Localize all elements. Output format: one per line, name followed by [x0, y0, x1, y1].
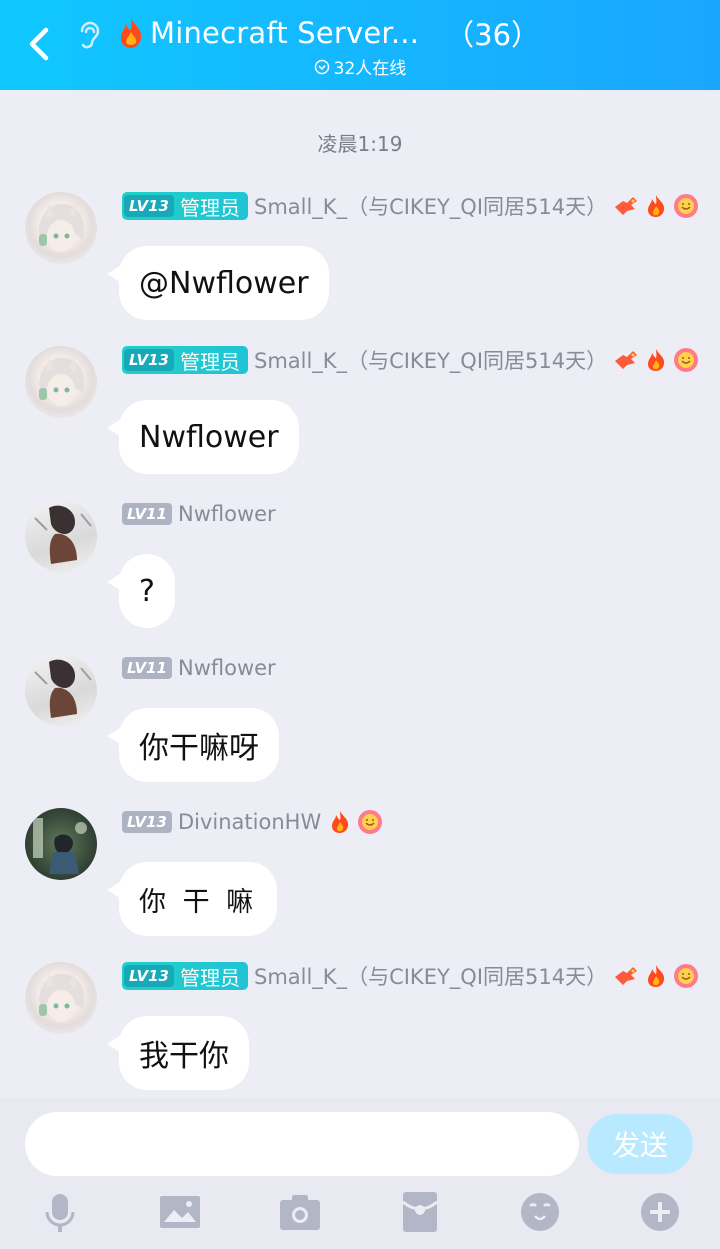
sender-name[interactable]: Nwflower: [178, 502, 276, 526]
avatar[interactable]: [25, 962, 97, 1034]
level-badge: LV13: [122, 811, 172, 833]
online-status: 32人在线: [0, 54, 720, 79]
chat-header: Minecraft Server... （36） 32人在线: [0, 0, 720, 90]
input-bar: 发送: [0, 1098, 720, 1249]
message-item: LV13 管理员 Small_K_（与CIKEY_QI同居514天） @Nwfl…: [0, 191, 720, 331]
message-item: LV13 管理员 Small_K_（与CIKEY_QI同居514天） 我干你: [0, 961, 720, 1101]
role-label: 管理员: [179, 349, 240, 374]
dragon-icon: [615, 351, 638, 369]
group-title[interactable]: Minecraft Server... （36）: [116, 10, 540, 56]
plus-icon[interactable]: [638, 1190, 682, 1234]
dark-hair-avatar-image: [34, 659, 92, 718]
ear-icon[interactable]: [74, 18, 104, 52]
message-bubble[interactable]: 我干你: [107, 1016, 249, 1090]
message-bubble[interactable]: 你 干 嘛: [106, 862, 278, 936]
message-item: LV11 Nwflower 你干嘛呀: [0, 653, 720, 793]
online-count: 32人在线: [333, 59, 407, 79]
sender-name[interactable]: Small_K_（与CIKEY_QI同居514天）: [254, 191, 607, 221]
sender-line: LV13 管理员 Small_K_（与CIKEY_QI同居514天）: [122, 191, 699, 221]
fire-icon: [648, 349, 665, 371]
camera-icon[interactable]: [278, 1190, 322, 1234]
sender-name[interactable]: DivinationHW: [178, 810, 321, 834]
anime-girl-avatar-image: [39, 972, 85, 1022]
admin-badge: LV13 管理员: [122, 192, 248, 220]
mic-icon[interactable]: [38, 1190, 82, 1234]
role-label: 管理员: [179, 965, 240, 990]
message-bubble[interactable]: 你干嘛呀: [107, 708, 279, 782]
forest-scene-avatar-image: [33, 818, 87, 874]
fire-icon: [648, 965, 665, 987]
send-button[interactable]: 发送: [587, 1114, 693, 1174]
anime-girl-avatar-image: [39, 202, 85, 252]
avatar[interactable]: [25, 808, 97, 880]
flower-smile-icon: [358, 810, 383, 834]
fire-icon: [332, 811, 349, 833]
message-bubble[interactable]: ?: [107, 554, 175, 628]
red-packet-icon[interactable]: [398, 1190, 442, 1234]
dark-hair-avatar-image: [34, 505, 92, 564]
sender-line: LV13 管理员 Small_K_（与CIKEY_QI同居514天）: [122, 961, 699, 991]
sender-line: LV11 Nwflower: [122, 653, 276, 683]
sender-name[interactable]: Small_K_（与CIKEY_QI同居514天）: [254, 345, 607, 375]
avatar[interactable]: [25, 654, 97, 726]
fire-icon: [121, 18, 142, 48]
level-badge: LV13: [124, 965, 174, 987]
emoji-icon[interactable]: [518, 1190, 562, 1234]
avatar[interactable]: [25, 500, 97, 572]
admin-badge: LV13 管理员: [122, 346, 248, 374]
check-circle-icon: [314, 59, 329, 74]
group-name: Minecraft Server...: [150, 16, 420, 50]
message-input[interactable]: [25, 1112, 579, 1176]
level-badge: LV11: [122, 657, 172, 679]
sender-line: LV13 管理员 Small_K_（与CIKEY_QI同居514天）: [122, 345, 699, 375]
level-badge: LV13: [124, 195, 174, 217]
anime-girl-avatar-image: [39, 356, 85, 406]
message-item: LV13 管理员 Small_K_（与CIKEY_QI同居514天） Nwflo…: [0, 345, 720, 485]
image-icon[interactable]: [158, 1190, 202, 1234]
message-bubble[interactable]: @Nwflower: [107, 246, 329, 320]
level-badge: LV13: [124, 349, 174, 371]
sender-line: LV11 Nwflower: [122, 499, 276, 529]
flower-smile-icon: [674, 964, 699, 988]
avatar[interactable]: [25, 192, 97, 264]
message-item: LV13 DivinationHW 你 干 嘛: [0, 807, 720, 947]
fire-icon: [648, 195, 665, 217]
message-bubble[interactable]: Nwflower: [107, 400, 299, 474]
avatar[interactable]: [25, 346, 97, 418]
message-item: LV11 Nwflower ?: [0, 499, 720, 639]
dragon-icon: [615, 967, 638, 985]
dragon-icon: [615, 197, 638, 215]
role-label: 管理员: [179, 195, 240, 220]
member-count: （36）: [445, 18, 541, 52]
level-badge: LV11: [122, 503, 172, 525]
message-timestamp: 凌晨1:19: [317, 132, 403, 156]
sender-line: LV13 DivinationHW: [122, 807, 383, 837]
admin-badge: LV13 管理员: [122, 962, 248, 990]
flower-smile-icon: [674, 194, 699, 218]
sender-name[interactable]: Small_K_（与CIKEY_QI同居514天）: [254, 961, 607, 991]
sender-name[interactable]: Nwflower: [178, 656, 276, 680]
flower-smile-icon: [674, 348, 699, 372]
